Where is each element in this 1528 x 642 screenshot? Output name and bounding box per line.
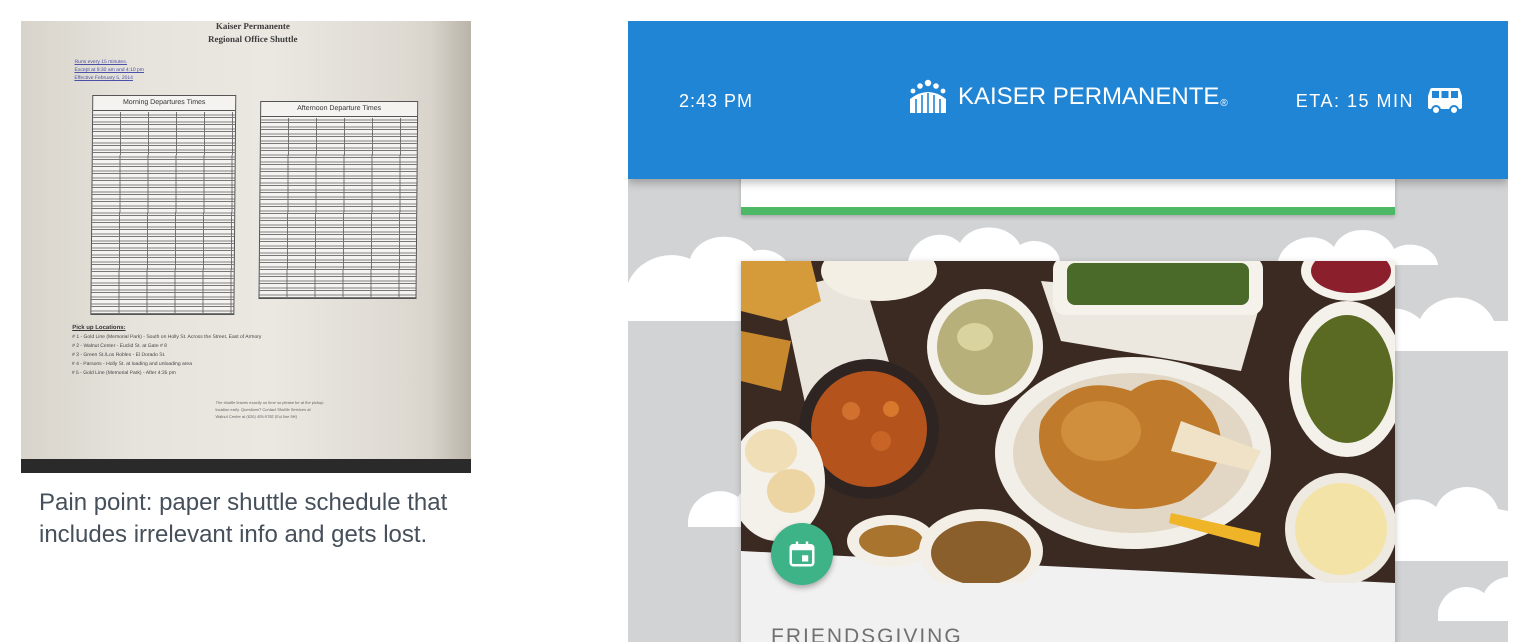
- kaiser-permanente-logo-icon: [910, 79, 946, 113]
- brand-logo: KAISER PERMANENTE®: [908, 77, 1228, 117]
- schedule-footer-line: Walnut Center at (626) 405-5782 (Ext lin…: [215, 414, 297, 419]
- afternoon-departures-table: Afternoon Departure Times: [258, 101, 419, 299]
- pickup-line: # 5 - Gold Line (Memorial Park) - After …: [71, 370, 176, 376]
- brand-name: KAISER PERMANENTE®: [958, 83, 1228, 110]
- afternoon-table-rows: [259, 118, 418, 298]
- registered-mark: ®: [1220, 98, 1228, 109]
- pickup-heading: Pick up Locations:: [72, 325, 126, 331]
- eta-indicator: ETA: 15 MIN: [1296, 87, 1464, 115]
- photo-edge-shadow: [431, 21, 471, 473]
- pickup-line: # 2 - Walnut Center - Euclid St. at Gate…: [72, 343, 167, 349]
- afternoon-table-title: Afternoon Departure Times: [261, 102, 418, 117]
- app-header: 2:43 PM KAISER PERMANENTE® ETA: 15 MIN: [628, 21, 1508, 179]
- shuttle-app-screen: 2:43 PM KAISER PERMANENTE® ETA: 15 MIN F…: [628, 21, 1508, 642]
- schedule-footer-line: location early. Questions? Contact Shutt…: [215, 407, 311, 412]
- schedule-note: Effective February 5, 2014: [74, 75, 134, 81]
- bus-icon: [1428, 88, 1462, 115]
- schedule-footer-line: The shuttle leaves exactly on time so pl…: [215, 400, 324, 405]
- event-title: FRIENDSGIVING: [771, 625, 963, 642]
- morning-table-rows: [91, 112, 236, 314]
- schedule-sheet: Kaiser Permanente Regional Office Shuttl…: [21, 21, 455, 461]
- schedule-title: Kaiser Permanente: [215, 21, 290, 31]
- morning-departures-table: Morning Departures Times: [90, 95, 237, 315]
- morning-table-title: Morning Departures Times: [93, 96, 236, 111]
- photo-bottom-edge: [21, 459, 471, 473]
- calendar-button[interactable]: [771, 523, 833, 585]
- pickup-line: # 1 - Gold Line (Memorial Park) - South …: [72, 334, 262, 340]
- status-time: 2:43 PM: [679, 91, 754, 111]
- pain-point-caption: Pain point: paper shuttle schedule that …: [39, 489, 448, 548]
- event-card[interactable]: FRIENDSGIVING: [741, 261, 1395, 642]
- friendsgiving-food-photo: [741, 261, 1395, 583]
- card-progress-bar: [741, 207, 1395, 215]
- eta-label: ETA: 15 MIN: [1295, 90, 1414, 111]
- paper-schedule-photo: Kaiser Permanente Regional Office Shuttl…: [21, 21, 471, 473]
- pickup-line: # 3 - Green St./Los Robles - El Dorado S…: [71, 352, 166, 358]
- schedule-subtitle: Regional Office Shuttle: [207, 34, 298, 44]
- calendar-icon: [789, 541, 815, 567]
- pickup-line: # 4 - Parsons - Holly St. at loading and…: [71, 361, 193, 367]
- schedule-note: Except at 9:30 am and 4:10 pm: [74, 67, 145, 73]
- schedule-note: Runs every 15 minutes.: [74, 59, 128, 65]
